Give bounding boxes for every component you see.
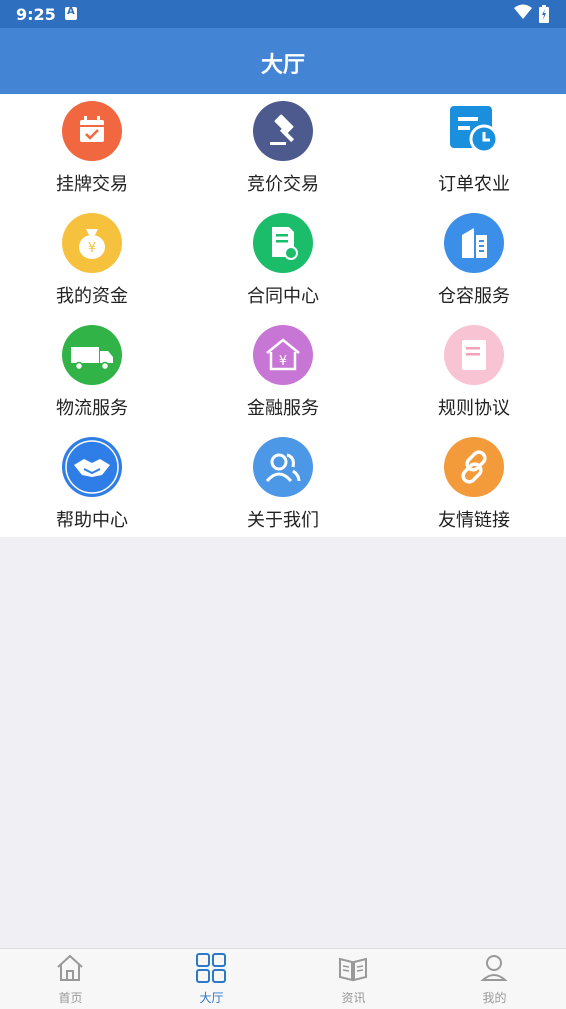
- finance-house-icon: ¥: [253, 325, 313, 385]
- grid-item-label: 物流服务: [56, 398, 128, 419]
- grid-item-logistics-service[interactable]: 物流服务: [0, 318, 186, 430]
- tab-hall[interactable]: 大厅: [141, 949, 282, 1009]
- grid-item-label: 金融服务: [247, 398, 319, 419]
- tab-home[interactable]: 首页: [0, 949, 141, 1009]
- grid-item-rules-agreement[interactable]: 规则协议: [380, 318, 566, 430]
- bottom-navigation: 首页 大厅 资讯 我的: [0, 948, 566, 1009]
- grid-item-help-center[interactable]: 帮助中心: [0, 430, 186, 542]
- svg-text:¥: ¥: [279, 354, 287, 369]
- calendar-icon: [62, 101, 122, 161]
- grid-item-label: 仓容服务: [438, 286, 510, 307]
- contract-icon: [253, 213, 313, 273]
- tab-label: 大厅: [199, 991, 224, 1005]
- notification-icon: [65, 6, 77, 20]
- grid-item-order-agriculture[interactable]: 订单农业: [380, 94, 566, 206]
- wifi-icon: [514, 4, 532, 19]
- grid-item-label: 竞价交易: [247, 174, 319, 195]
- grid-item-label: 订单农业: [438, 174, 510, 195]
- grid-item-label: 挂牌交易: [56, 174, 128, 195]
- grid-item-listing-trade[interactable]: 挂牌交易: [0, 94, 186, 206]
- tab-label: 资讯: [341, 991, 366, 1005]
- grid-item-label: 帮助中心: [56, 510, 128, 531]
- grid-item-finance-service[interactable]: ¥ 金融服务: [189, 318, 377, 430]
- tab-profile[interactable]: 我的: [424, 949, 565, 1009]
- grid-item-label: 关于我们: [247, 510, 319, 531]
- handshake-icon: [62, 437, 122, 497]
- grid-item-label: 合同中心: [247, 286, 319, 307]
- grid-item-label: 我的资金: [56, 286, 128, 307]
- document-icon: [444, 325, 504, 385]
- tab-news[interactable]: 资讯: [283, 949, 424, 1009]
- grid-item-about-us[interactable]: 关于我们: [189, 430, 377, 542]
- grid-item-contract-center[interactable]: 合同中心: [189, 206, 377, 318]
- money-bag-icon: ¥: [62, 213, 122, 273]
- battery-icon: [539, 5, 549, 23]
- link-icon: [444, 437, 504, 497]
- warehouse-icon: [444, 213, 504, 273]
- function-grid: 挂牌交易 竞价交易 订单农业 ¥ 我的资金 合同中心 仓容服务 物流服务 ¥ 金…: [0, 94, 566, 537]
- grid-item-my-funds[interactable]: ¥ 我的资金: [0, 206, 186, 318]
- grid-item-bidding-trade[interactable]: 竞价交易: [189, 94, 377, 206]
- grid-item-warehouse-service[interactable]: 仓容服务: [380, 206, 566, 318]
- news-icon: [339, 957, 367, 982]
- order-clock-icon: [444, 101, 504, 161]
- status-bar: 9:25: [0, 0, 566, 28]
- app-bar: 大厅: [0, 28, 566, 94]
- grid-item-label: 规则协议: [438, 398, 510, 419]
- status-time: 9:25: [16, 5, 56, 24]
- svg-text:¥: ¥: [88, 241, 96, 256]
- users-icon: [253, 437, 313, 497]
- profile-icon: [480, 955, 508, 981]
- grid-item-label: 友情链接: [438, 510, 510, 531]
- grid-icon: [196, 953, 226, 983]
- gavel-icon: [253, 101, 313, 161]
- tab-label: 首页: [58, 991, 83, 1005]
- home-icon: [57, 954, 83, 981]
- grid-item-friendly-links[interactable]: 友情链接: [380, 430, 566, 542]
- truck-icon: [62, 325, 122, 385]
- page-title: 大厅: [260, 53, 305, 78]
- tab-label: 我的: [482, 991, 507, 1005]
